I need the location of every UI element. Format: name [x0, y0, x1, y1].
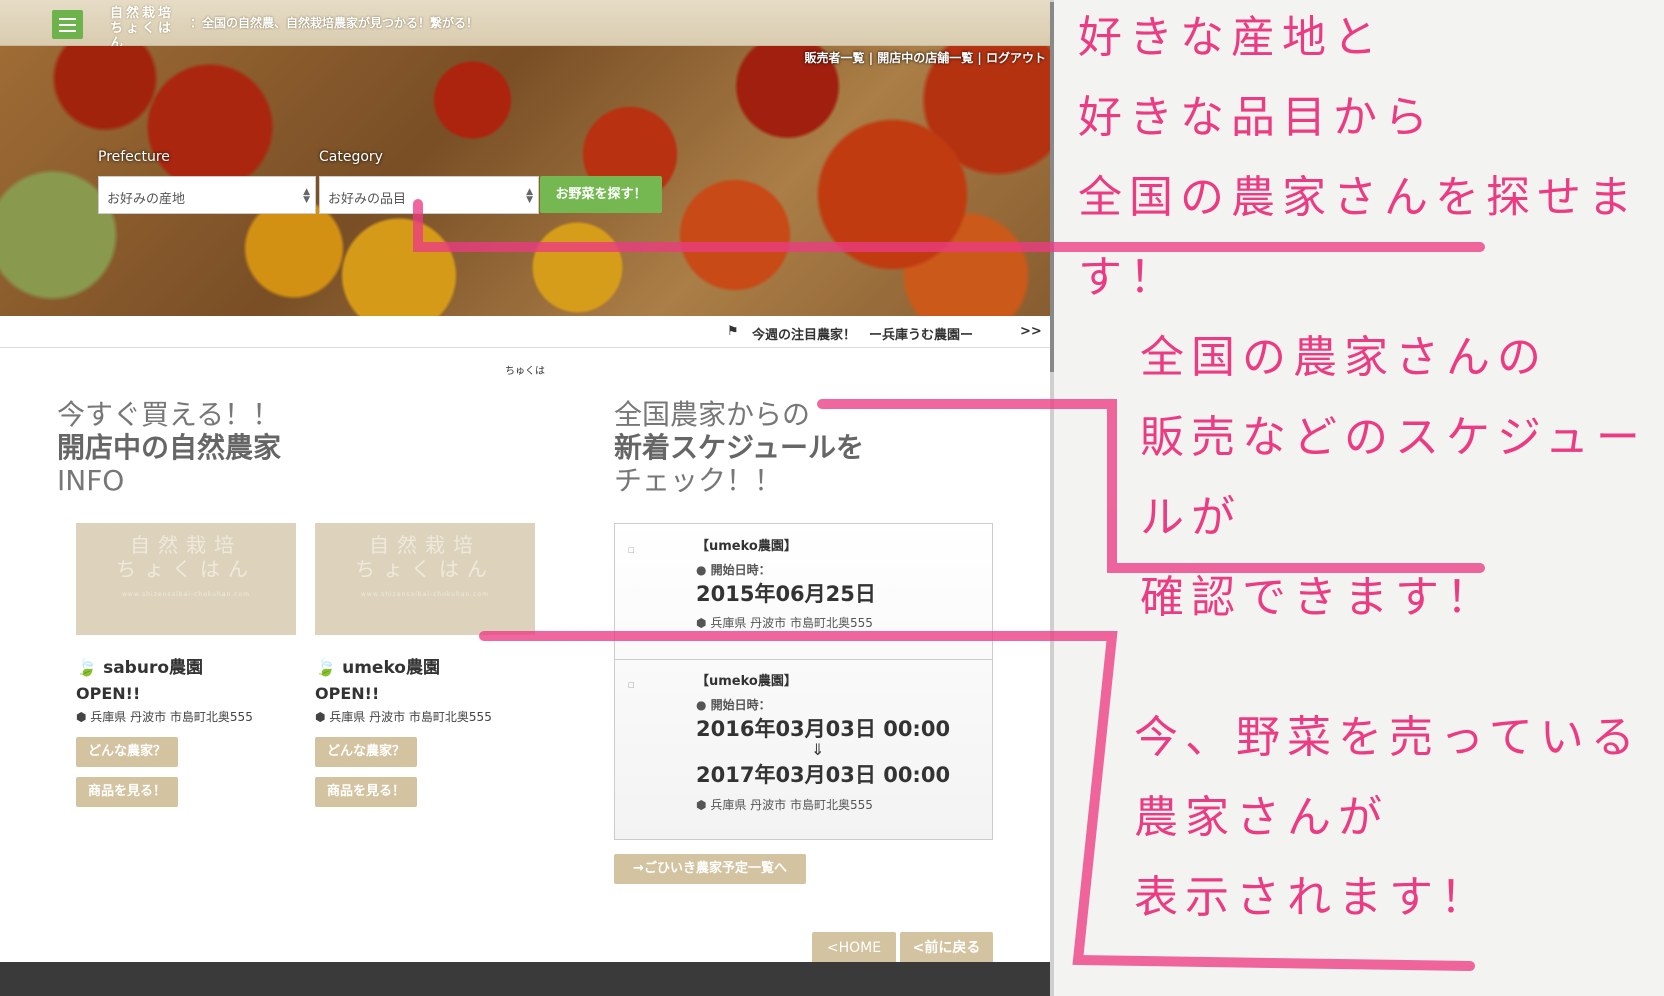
select-arrows-icon: ▲ ▼: [303, 187, 310, 205]
annotation-line: 全国の農家さんを探せます！: [1078, 172, 1639, 303]
prefecture-select-value: お好みの産地: [107, 192, 186, 207]
annotation-line: 販売などのスケジュールが: [1140, 412, 1647, 543]
bullet-icon: □: [628, 546, 635, 554]
leaf-icon: 🍃: [76, 658, 104, 678]
farm-status: OPEN!!: [315, 684, 380, 703]
favorite-farms-schedule-button[interactable]: →ごひいき農家予定一覧へ: [614, 854, 806, 884]
hamburger-menu-button[interactable]: [52, 10, 83, 39]
farm-status: OPEN!!: [76, 684, 141, 703]
back-button[interactable]: <前に戻る: [900, 932, 993, 964]
logo-line1: 自然栽培: [110, 6, 175, 21]
category-select-value: お好みの品目: [328, 192, 407, 207]
clock-icon: ●: [696, 563, 707, 577]
annotation-line: 農家さんが: [1134, 792, 1389, 843]
prefecture-select[interactable]: お好みの産地 ▲ ▼: [98, 176, 316, 214]
hero-banner: 販売者一覧 | 開店中の店舗一覧 | ログアウト Prefecture お好みの…: [0, 46, 1050, 316]
select-arrows-icon: ▲ ▼: [526, 187, 533, 205]
leaf-icon: 🍃: [315, 658, 343, 678]
about-farm-button[interactable]: どんな農家？: [76, 737, 179, 767]
schedule-location: ⬢ 兵庫県 丹波市 市島町北奥555: [696, 798, 873, 812]
map-pin-icon: ⬢: [315, 710, 330, 724]
schedule-heading: 全国農家からの 新着スケジュールを チェック！！: [614, 398, 864, 497]
annotation-line: 確認できます！: [1140, 572, 1497, 623]
schedule-divider: [615, 659, 992, 660]
farm-address: ⬢ 兵庫県 丹波市 市島町北奥555: [76, 710, 253, 724]
prefecture-label: Prefecture: [98, 149, 170, 165]
annotation-search: 好きな産地と 好きな品目から 全国の農家さんを探せます！: [1078, 0, 1664, 318]
farm-thumbnail[interactable]: 自然栽培 ちょくはん www.shizensaibai-chokuhan.com: [315, 523, 535, 635]
ticker-text[interactable]: 今週の注目農家！ ー兵庫うむ農園ー: [752, 324, 973, 343]
website-screenshot: 自然栽培 ちょくはん ：全国の自然農、自然栽培農家が見つかる！繋がる！ 販売者一…: [0, 0, 1050, 996]
schedule-start-label: ● 開始日時：: [696, 563, 771, 577]
open-farms-heading-line2: 開店中の自然農家: [57, 431, 282, 464]
mini-logo: ちゅくは: [505, 366, 545, 377]
category-label: Category: [319, 149, 383, 165]
open-farms-heading-line1: 今すぐ買える！！: [57, 398, 281, 431]
annotation-schedule: 全国の農家さんの 販売などのスケジュールが 確認できます！: [1140, 318, 1664, 638]
annotation-line: 全国の農家さんの: [1140, 332, 1548, 383]
thumb-line2: ちょくはん: [355, 557, 495, 581]
annotation-line: 今、野菜を売っている: [1134, 712, 1642, 763]
schedule-heading-line2: 新着スケジュールを: [614, 431, 865, 464]
schedule-heading-line3: チェック！！: [614, 464, 783, 497]
annotation-open-farms: 今、野菜を売っている 農家さんが 表示されます！: [1134, 698, 1642, 938]
farm-name[interactable]: 🍃 saburo農園: [76, 653, 296, 678]
thumb-line1: 自然栽培: [369, 533, 481, 557]
header-nav-links[interactable]: 販売者一覧 | 開店中の店舗一覧 | ログアウト: [805, 49, 1046, 66]
ticker-next-button[interactable]: >>: [1020, 324, 1042, 339]
clock-icon: ●: [696, 698, 707, 712]
farm-card: 自然栽培 ちょくはん www.shizensaibai-chokuhan.com…: [76, 523, 296, 807]
bullet-icon: □: [628, 681, 635, 689]
open-farms-heading-line3: INFO: [57, 464, 125, 497]
farm-name[interactable]: 🍃 umeko農園: [315, 653, 535, 678]
map-pin-icon: ⬢: [696, 616, 707, 630]
site-header: 自然栽培 ちょくはん ：全国の自然農、自然栽培農家が見つかる！繋がる！: [0, 0, 1050, 51]
schedule-end-date: 2017年03月03日 00:00: [696, 763, 951, 787]
schedule-heading-line1: 全国農家からの: [614, 398, 811, 431]
annotation-line: 表示されます！: [1134, 872, 1491, 923]
schedule-location: ⬢ 兵庫県 丹波市 市島町北奥555: [696, 616, 873, 630]
thumb-line1: 自然栽培: [130, 533, 242, 557]
farm-thumbnail[interactable]: 自然栽培 ちょくはん www.shizensaibai-chokuhan.com: [76, 523, 296, 635]
site-logo[interactable]: 自然栽培 ちょくはん: [110, 6, 186, 51]
search-vegetables-button[interactable]: お野菜を探す！: [540, 176, 662, 213]
thumb-url: www.shizensaibai-chokuhan.com: [361, 591, 489, 598]
view-products-button[interactable]: 商品を見る！: [315, 777, 418, 807]
featured-farm-ticker[interactable]: ⚑ 今週の注目農家！ ー兵庫うむ農園ー >>: [0, 316, 1050, 348]
thumb-line2: ちょくはん: [116, 557, 256, 581]
scrollbar-thumb[interactable]: [1050, 2, 1054, 372]
farm-address: ⬢ 兵庫県 丹波市 市島町北奥555: [315, 710, 492, 724]
annotation-line: 好きな産地と: [1078, 12, 1384, 63]
about-farm-button[interactable]: どんな農家？: [315, 737, 418, 767]
map-pin-icon: ⬢: [76, 710, 91, 724]
schedule-start-date: 2015年06月25日: [696, 582, 876, 606]
view-products-button[interactable]: 商品を見る！: [76, 777, 179, 807]
site-tagline: ：全国の自然農、自然栽培農家が見つかる！繋がる！: [190, 16, 479, 30]
annotation-line: 好きな品目から: [1078, 92, 1435, 143]
home-button[interactable]: <HOME: [812, 932, 896, 964]
schedule-start-label: ● 開始日時：: [696, 698, 771, 712]
schedule-farm-name[interactable]: 【umeko農園】: [696, 670, 797, 689]
site-footer: [0, 962, 1050, 996]
schedule-farm-name[interactable]: 【umeko農園】: [696, 535, 797, 554]
down-arrow-icon: ⇓: [811, 740, 825, 759]
schedule-start-date: 2016年03月03日 00:00: [696, 717, 951, 741]
open-farms-heading: 今すぐ買える！！ 開店中の自然農家 INFO: [57, 398, 281, 497]
thumb-url: www.shizensaibai-chokuhan.com: [122, 591, 250, 598]
category-select[interactable]: お好みの品目 ▲ ▼: [319, 176, 539, 214]
farm-card: 自然栽培 ちょくはん www.shizensaibai-chokuhan.com…: [315, 523, 535, 807]
flag-icon: ⚑: [727, 324, 739, 339]
schedule-list: □ 【umeko農園】 ● 開始日時： 2015年06月25日 ⬢ 兵庫県 丹波…: [614, 523, 993, 840]
map-pin-icon: ⬢: [696, 798, 707, 812]
